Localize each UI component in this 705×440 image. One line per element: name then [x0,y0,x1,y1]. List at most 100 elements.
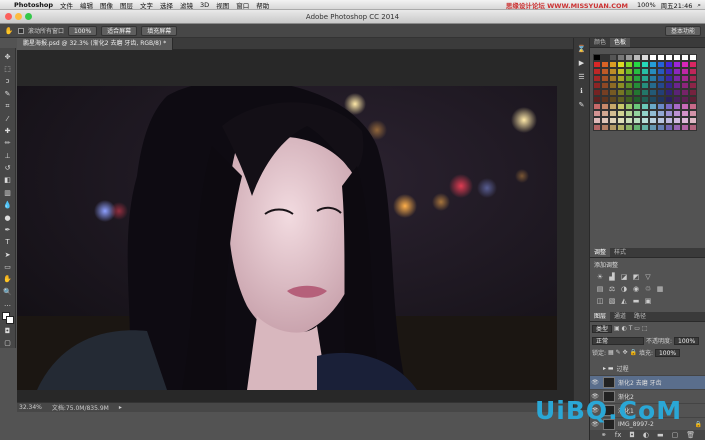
swatch[interactable] [633,75,641,82]
swatch[interactable] [657,117,665,124]
swatch[interactable] [617,82,625,89]
swatch[interactable] [625,96,633,103]
swatch[interactable] [681,117,689,124]
brush-tool-icon[interactable]: ✏ [3,139,13,148]
swatch[interactable] [601,54,609,61]
swatch[interactable] [641,110,649,117]
swatch[interactable] [681,82,689,89]
swatch[interactable] [657,103,665,110]
portrait-photo[interactable] [17,86,557,390]
swatch[interactable] [633,82,641,89]
swatch[interactable] [649,103,657,110]
menu-edit[interactable]: 编辑 [80,0,93,10]
swatch[interactable] [649,89,657,96]
swatch[interactable] [617,96,625,103]
history-brush-icon[interactable]: ↺ [3,163,13,172]
invert-icon[interactable]: ◫ [596,297,604,305]
swatch[interactable] [641,96,649,103]
swatch[interactable] [673,82,681,89]
swatch[interactable] [593,68,601,75]
swatch[interactable] [657,110,665,117]
tab-adjustments[interactable]: 调整 [590,248,611,257]
swatch[interactable] [593,61,601,68]
swatch[interactable] [657,54,665,61]
swatch[interactable] [657,89,665,96]
tab-swatches[interactable]: 色板 [610,38,631,47]
swatch[interactable] [593,75,601,82]
swatch[interactable] [601,68,609,75]
swatch[interactable] [633,103,641,110]
swatch[interactable] [617,103,625,110]
quick-mask-icon[interactable]: ◘ [3,326,13,335]
swatch[interactable] [593,103,601,110]
swatch[interactable] [657,75,665,82]
swatch[interactable] [609,124,617,131]
swatch[interactable] [641,89,649,96]
swatch[interactable] [609,61,617,68]
swatch[interactable] [649,82,657,89]
healing-tool-icon[interactable]: ✚ [3,126,13,135]
swatch[interactable] [673,61,681,68]
info-icon[interactable]: ℹ [577,86,587,96]
swatch[interactable] [649,117,657,124]
close-icon[interactable] [5,13,12,20]
swatch[interactable] [601,117,609,124]
swatch[interactable] [641,68,649,75]
threshold-icon[interactable]: ◭ [620,297,628,305]
color-balance-icon[interactable]: ⚖ [608,285,616,293]
screen-mode-icon[interactable]: ▢ [3,339,13,348]
selective-color-icon[interactable]: ▣ [644,297,652,305]
swatch[interactable] [617,75,625,82]
curves-icon[interactable]: ◪ [620,273,628,281]
swatch[interactable] [593,124,601,131]
menu-type[interactable]: 文字 [140,0,153,10]
tab-channels[interactable]: 通道 [610,312,630,321]
swatch[interactable] [593,96,601,103]
swatch[interactable] [649,68,657,75]
hand-tool-icon[interactable]: ✋ [3,275,13,284]
swatch[interactable] [609,68,617,75]
fit-screen-button[interactable]: 适合屏幕 [101,25,138,36]
lock-icons[interactable]: ▦ ✎ ✥ 🔒 [608,349,637,356]
swatch[interactable] [665,61,673,68]
swatch[interactable] [593,82,601,89]
document-tab[interactable]: 鹏星海报.psd @ 32.3% (渐化2 去磨 牙齿, RGB/8) * [17,38,174,50]
exposure-icon[interactable]: ◩ [632,273,640,281]
swatch[interactable] [681,96,689,103]
swatch[interactable] [681,110,689,117]
swatch[interactable] [689,124,697,131]
swatch[interactable] [665,96,673,103]
new-layer-icon[interactable]: ▢ [672,431,679,439]
opacity-input[interactable]: 100% [674,336,700,345]
channel-mixer-icon[interactable]: ♲ [644,285,652,293]
quick-select-tool-icon[interactable]: ✎ [3,89,13,98]
levels-icon[interactable]: ▟ [608,273,616,281]
swatch[interactable] [641,61,649,68]
swatch[interactable] [649,54,657,61]
play-icon[interactable]: ▶ [577,58,587,68]
swatch[interactable] [681,61,689,68]
swatch[interactable] [625,54,633,61]
menu-window[interactable]: 窗口 [236,0,249,10]
tab-paths[interactable]: 路径 [630,312,650,321]
swatch[interactable] [689,61,697,68]
move-tool-icon[interactable]: ✥ [3,52,13,61]
zoom-tool-icon[interactable]: 🔍 [3,287,13,296]
menu-select[interactable]: 选择 [160,0,173,10]
swatch[interactable] [649,75,657,82]
swatch[interactable] [625,68,633,75]
lookup-icon[interactable]: ▦ [656,285,664,293]
swatch[interactable] [633,68,641,75]
canvas-area[interactable] [17,50,573,402]
swatch[interactable] [689,75,697,82]
crop-tool-icon[interactable]: ⌗ [3,102,13,111]
eraser-tool-icon[interactable]: ◧ [3,176,13,185]
menu-help[interactable]: 帮助 [256,0,269,10]
swatch[interactable] [617,61,625,68]
layer-row[interactable]: ▸ ▬ 过程 [590,362,705,376]
swatch[interactable] [609,82,617,89]
swatch[interactable] [649,110,657,117]
posterize-icon[interactable]: ▧ [608,297,616,305]
eye-icon[interactable]: 👁 [590,379,600,386]
swatch[interactable] [609,96,617,103]
